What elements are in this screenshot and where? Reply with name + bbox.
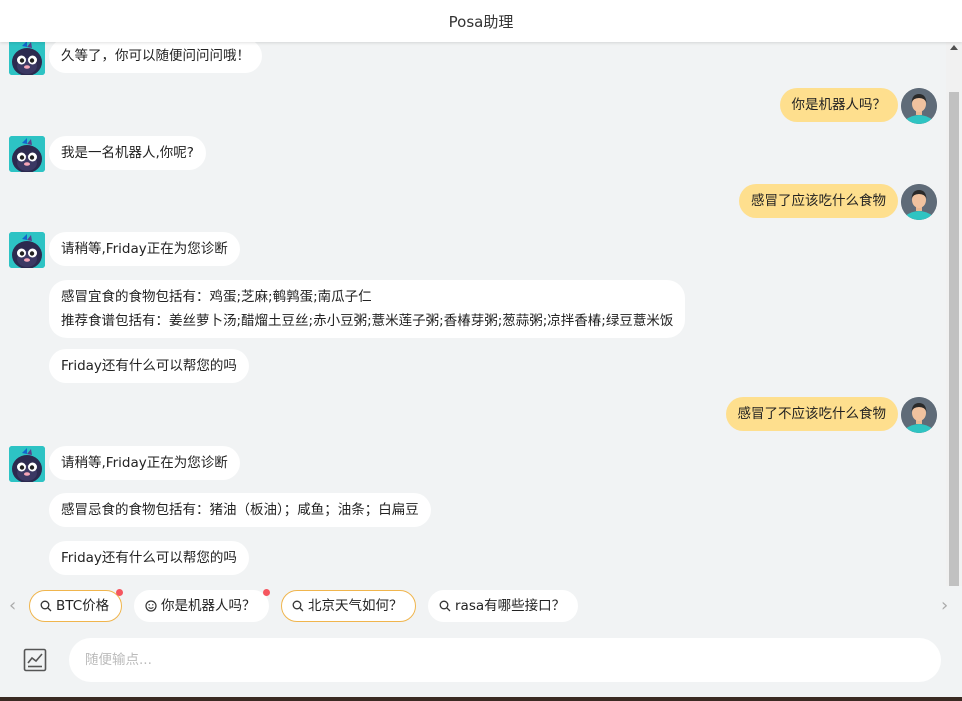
bot-avatar — [9, 42, 45, 75]
notification-dot — [116, 589, 124, 596]
suggestion-label: 北京天气如何？ — [308, 598, 403, 614]
message-input[interactable] — [69, 638, 941, 682]
user-avatar — [901, 397, 937, 433]
message-line: 感冒宜食的食物包括有：鸡蛋;芝麻;鹌鹑蛋;南瓜子仁 — [61, 289, 372, 305]
bot-message: 请稍等,Friday正在为您诊断 — [49, 232, 240, 266]
suggestion-chip[interactable]: rasa有哪些接口？ — [428, 590, 579, 622]
suggestion-label: rasa有哪些接口？ — [455, 598, 566, 614]
search-icon — [40, 600, 52, 612]
notification-dot — [262, 589, 270, 596]
suggestion-label: 你是机器人吗？ — [161, 598, 256, 614]
search-icon — [292, 600, 304, 612]
chat-messages[interactable]: 久等了，你可以随便问问问哦！ 你是机器人吗？ 我是一名机器人,你呢? 感冒了应该… — [0, 42, 946, 586]
suggestion-bar: ‹ BTC价格 你是机器人吗？ 北京天气如何？ rasa有哪些接口？ › — [0, 586, 962, 626]
user-avatar — [901, 184, 937, 220]
scrollbar-thumb[interactable] — [949, 92, 959, 586]
bot-message: 请稍等,Friday正在为您诊断 — [49, 446, 240, 480]
scroll-up-arrow-icon[interactable] — [950, 45, 958, 50]
chevron-right-icon[interactable]: › — [941, 597, 948, 615]
chat-scrollbar[interactable] — [946, 42, 962, 586]
suggestion-chip[interactable]: 你是机器人吗？ — [134, 589, 270, 622]
bot-message: Friday还有什么可以帮您的吗 — [49, 349, 249, 383]
bot-message: 久等了，你可以随便问问问哦！ — [49, 42, 262, 73]
page-title: Posa助理 — [448, 12, 514, 31]
bot-avatar — [9, 446, 45, 482]
user-message: 你是机器人吗？ — [779, 88, 898, 122]
search-icon — [439, 600, 451, 612]
user-message: 感冒了应该吃什么食物 — [739, 184, 898, 218]
chevron-left-icon[interactable]: ‹ — [9, 597, 16, 615]
app-header: Posa助理 — [0, 0, 962, 42]
input-area — [0, 626, 962, 701]
bot-avatar — [9, 232, 45, 268]
suggestion-label: BTC价格 — [56, 598, 110, 614]
bot-avatar — [9, 136, 45, 172]
bot-message: Friday还有什么可以帮您的吗 — [49, 541, 249, 575]
message-line: 推荐食谱包括有：姜丝萝卜汤;醋熘土豆丝;赤小豆粥;薏米莲子粥;香椿芽粥;葱蒜粥;… — [61, 313, 674, 329]
user-avatar — [901, 88, 937, 124]
user-message: 感冒了不应该吃什么食物 — [725, 397, 898, 431]
smile-icon — [145, 600, 157, 612]
bot-message: 我是一名机器人,你呢? — [49, 136, 206, 170]
suggestion-chip[interactable]: BTC价格 — [29, 589, 124, 622]
window-bottom-edge — [0, 697, 962, 701]
bot-message: 感冒宜食的食物包括有：鸡蛋;芝麻;鹌鹑蛋;南瓜子仁 推荐食谱包括有：姜丝萝卜汤;… — [49, 280, 686, 338]
bot-message: 感冒忌食的食物包括有：猪油（板油）；咸鱼；油条；白扁豆 — [49, 493, 431, 527]
chart-icon[interactable] — [23, 648, 47, 672]
suggestion-chip[interactable]: 北京天气如何？ — [281, 590, 416, 622]
